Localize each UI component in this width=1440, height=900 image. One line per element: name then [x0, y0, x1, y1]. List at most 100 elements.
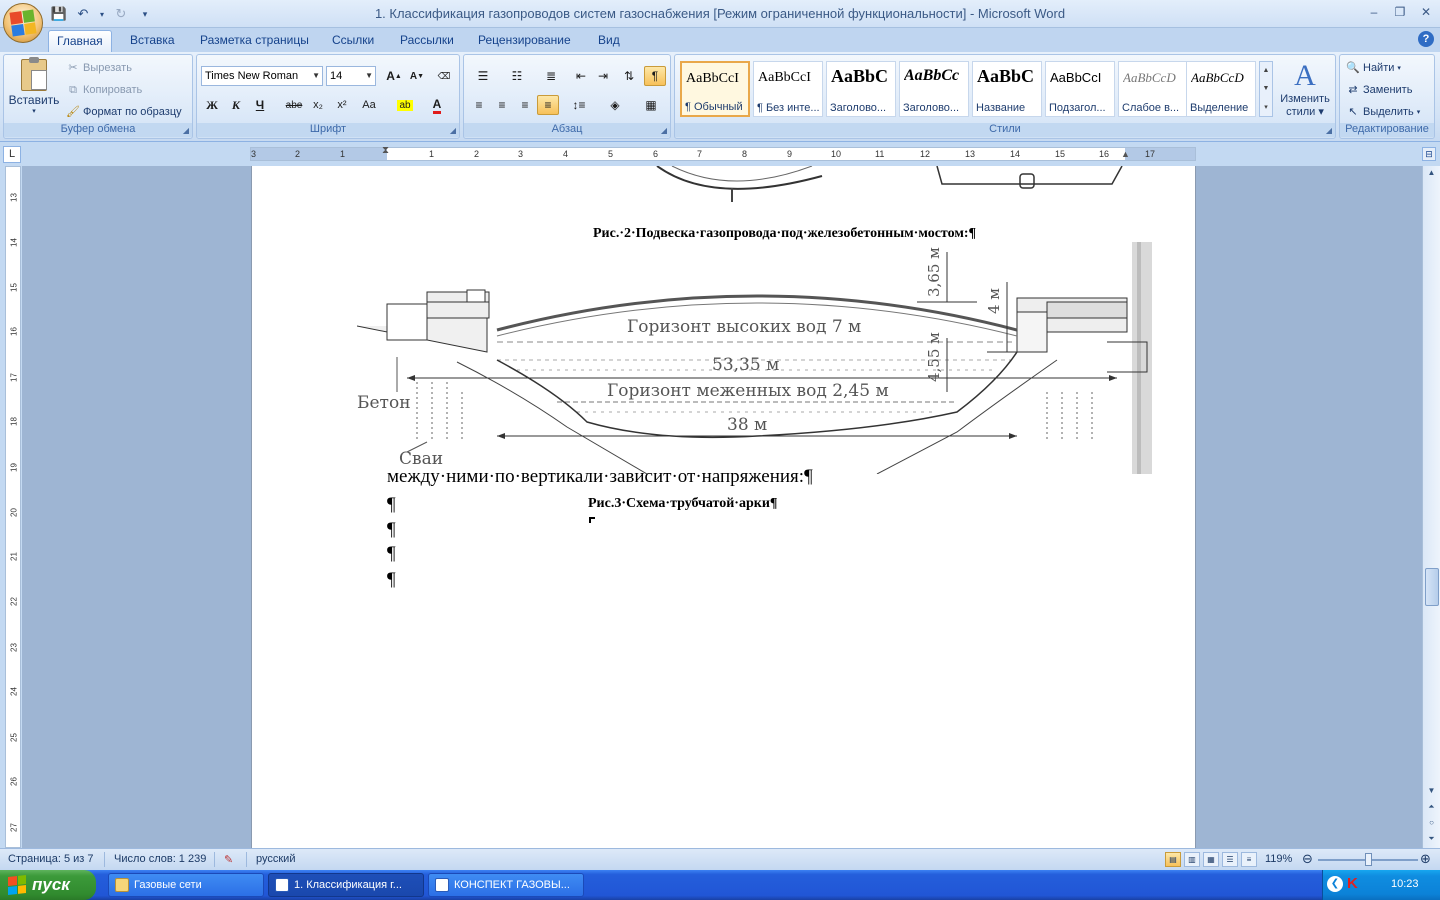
sort-button[interactable]: ⇅ — [618, 66, 640, 86]
tab-home[interactable]: Главная — [48, 30, 112, 52]
style-title[interactable]: AaBbC Название — [972, 61, 1042, 117]
select-button[interactable]: ↖ Выделить ▾ — [1346, 105, 1420, 119]
format-painter-button[interactable]: 🖌 Формат по образцу — [66, 105, 182, 119]
tab-mailings[interactable]: Рассылки — [392, 30, 462, 52]
font-color-button[interactable]: A — [423, 95, 451, 115]
scroll-down-icon[interactable]: ▼ — [1425, 784, 1438, 798]
right-indent-marker-icon[interactable]: ▲ — [1121, 149, 1130, 159]
taskbar-item-word-doc2[interactable]: КОНСПЕКТ ГАЗОВЫ... — [428, 873, 584, 897]
justify-button[interactable]: ≡ — [537, 95, 559, 115]
cut-button[interactable]: ✂ Вырезать — [66, 61, 132, 75]
underline-button[interactable]: Ч — [249, 95, 271, 115]
taskbar-item-explorer[interactable]: Газовые сети — [108, 873, 264, 897]
align-center-button[interactable]: ≡ — [491, 95, 513, 115]
clock[interactable]: 10:23 — [1391, 878, 1419, 890]
tab-view[interactable]: Вид — [590, 30, 628, 52]
print-layout-icon[interactable]: ▤ — [1165, 852, 1181, 867]
indent-marker-icon[interactable]: ⧗ — [382, 145, 389, 156]
style-normal[interactable]: AaBbCcI ¶ Обычный — [680, 61, 750, 117]
line-spacing-button[interactable]: ↕≡ — [564, 95, 594, 115]
next-page-icon[interactable]: ⏷ — [1425, 832, 1438, 846]
full-screen-reading-icon[interactable]: ▥ — [1184, 852, 1200, 867]
start-button[interactable]: пуск — [0, 870, 96, 900]
align-right-button[interactable]: ≡ — [514, 95, 536, 115]
draft-view-icon[interactable]: ≡ — [1241, 852, 1257, 867]
scroll-thumb[interactable] — [1425, 568, 1439, 606]
font-launcher-icon[interactable]: ◢ — [450, 126, 456, 135]
show-marks-button[interactable]: ¶ — [644, 66, 666, 86]
browse-object-icon[interactable]: ○ — [1425, 816, 1438, 830]
multilevel-list-button[interactable]: ≣ — [536, 66, 566, 86]
subscript-button[interactable]: x₂ — [307, 95, 329, 115]
restore-button[interactable]: ❐ — [1392, 4, 1408, 20]
increase-indent-button[interactable]: ⇥ — [592, 66, 614, 86]
copy-button[interactable]: ⧉ Копировать — [66, 83, 142, 97]
zoom-in-icon[interactable]: ⊕ — [1420, 851, 1431, 867]
tab-review[interactable]: Рецензирование — [470, 30, 579, 52]
italic-button[interactable]: К — [225, 95, 247, 115]
office-button[interactable] — [3, 3, 43, 43]
styles-launcher-icon[interactable]: ◢ — [1326, 126, 1332, 135]
ruler-number: 9 — [787, 149, 793, 159]
close-button[interactable]: ✕ — [1418, 4, 1434, 20]
style-emphasis[interactable]: AaBbCcD Выделение — [1186, 61, 1256, 117]
change-case-button[interactable]: Aa — [355, 95, 383, 115]
font-size-select[interactable]: 14 ▼ — [326, 66, 376, 86]
decrease-indent-button[interactable]: ⇤ — [570, 66, 592, 86]
help-icon[interactable]: ? — [1418, 31, 1434, 47]
shading-button[interactable]: ◈ — [600, 95, 630, 115]
find-button[interactable]: 🔍 Найти ▾ — [1346, 61, 1401, 75]
vertical-scrollbar[interactable]: ▲ ▼ ⏶ ○ ⏷ — [1422, 166, 1440, 848]
scroll-up-icon[interactable]: ▲ — [1425, 166, 1438, 180]
paste-button[interactable]: Вставить ▾ — [8, 57, 60, 121]
tray-expand-icon[interactable]: ❮ — [1327, 876, 1343, 892]
page-count[interactable]: Страница: 5 из 7 — [8, 853, 94, 865]
tab-insert[interactable]: Вставка — [122, 30, 183, 52]
clear-formatting-button[interactable]: ⌫ — [433, 66, 455, 86]
minimize-button[interactable]: – — [1366, 4, 1382, 20]
styles-scroller[interactable]: ▲ ▼ ▾ — [1259, 61, 1273, 117]
language-indicator[interactable]: русский — [256, 853, 295, 865]
bold-button[interactable]: Ж — [201, 95, 223, 115]
left-margin — [251, 148, 387, 160]
outline-view-icon[interactable]: ☰ — [1222, 852, 1238, 867]
paragraph-launcher-icon[interactable]: ◢ — [661, 126, 667, 135]
style-sample: AaBbCcD — [1123, 70, 1176, 85]
align-left-button[interactable]: ≡ — [468, 95, 490, 115]
shrink-font-button[interactable]: A ▼ — [406, 66, 428, 86]
zoom-slider-thumb[interactable] — [1365, 853, 1372, 866]
vertical-ruler[interactable]: 13 14 15 16 17 18 19 20 21 22 23 24 25 2… — [5, 166, 21, 848]
document-page[interactable]: Рис.·2·Подвеска·газопровода·под·железобе… — [251, 166, 1196, 848]
tab-page-layout[interactable]: Разметка страницы — [192, 30, 317, 52]
numbering-button[interactable]: ☷ — [502, 66, 532, 86]
style-heading-1[interactable]: AaBbC Заголово... — [826, 61, 896, 117]
style-subtitle[interactable]: AaBbCcI Подзагол... — [1045, 61, 1115, 117]
highlight-button[interactable]: ab — [391, 95, 419, 115]
change-styles-button[interactable]: A Изменить стили ▾ — [1277, 59, 1333, 121]
font-family-select[interactable]: Times New Roman ▼ — [201, 66, 323, 86]
strikethrough-button[interactable]: abe — [283, 95, 305, 115]
superscript-button[interactable]: x² — [331, 95, 353, 115]
prev-page-icon[interactable]: ⏶ — [1425, 800, 1438, 814]
style-heading-2[interactable]: AaBbCc Заголово... — [899, 61, 969, 117]
style-name: Заголово... — [830, 102, 887, 114]
tab-references[interactable]: Ссылки — [324, 30, 382, 52]
zoom-level[interactable]: 119% — [1265, 853, 1292, 865]
word-count[interactable]: Число слов: 1 239 — [114, 853, 206, 865]
grow-font-button[interactable]: A ▲ — [383, 66, 405, 86]
replace-button[interactable]: ⇄ Заменить — [1346, 83, 1412, 97]
taskbar-item-word-doc1[interactable]: 1. Классификация г... — [268, 873, 424, 897]
view-ruler-icon[interactable]: ⊟ — [1422, 147, 1436, 161]
style-subtle-emphasis[interactable]: AaBbCcD Слабое в... — [1118, 61, 1188, 117]
style-no-spacing[interactable]: AaBbCcI ¶ Без инте... — [753, 61, 823, 117]
clipboard-launcher-icon[interactable]: ◢ — [183, 126, 189, 135]
proofing-icon[interactable]: ✎ — [224, 853, 233, 866]
antivirus-icon[interactable]: K — [1347, 875, 1358, 892]
bullets-button[interactable]: ☰ — [468, 66, 498, 86]
tab-selector[interactable]: L — [3, 146, 21, 163]
borders-button[interactable]: ▦ — [636, 95, 666, 115]
web-layout-icon[interactable]: ▦ — [1203, 852, 1219, 867]
zoom-out-icon[interactable]: ⊖ — [1302, 851, 1313, 867]
horizontal-ruler[interactable]: 3 2 1 ⧗ 1 2 3 4 5 6 7 8 9 10 11 12 13 14… — [250, 145, 1196, 161]
ruler-number: 6 — [653, 149, 659, 159]
